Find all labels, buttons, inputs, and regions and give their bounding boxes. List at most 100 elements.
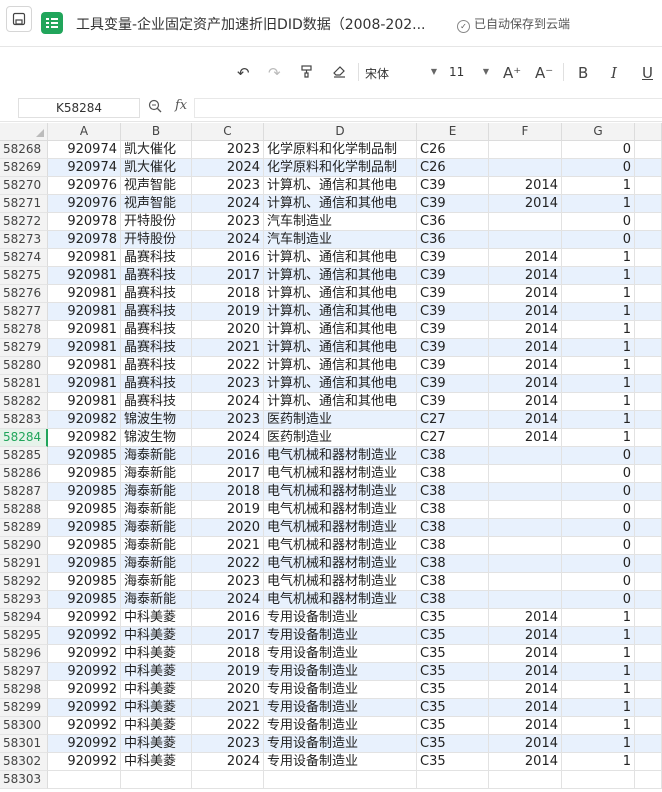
cell-e[interactable]: C35 bbox=[417, 627, 489, 645]
cell-f[interactable]: 2014 bbox=[489, 645, 562, 663]
cell-d[interactable]: 电气机械和器材制造业 bbox=[264, 537, 417, 555]
cell-g[interactable]: 0 bbox=[562, 483, 635, 501]
cell-e[interactable]: C36 bbox=[417, 231, 489, 249]
cell-h[interactable] bbox=[635, 681, 662, 699]
cell-b[interactable]: 晶赛科技 bbox=[121, 267, 192, 285]
cell-a[interactable]: 920992 bbox=[48, 753, 121, 771]
cell-d[interactable]: 电气机械和器材制造业 bbox=[264, 501, 417, 519]
cell-g[interactable]: 1 bbox=[562, 249, 635, 267]
cell-h[interactable] bbox=[635, 753, 662, 771]
cell-c[interactable]: 2023 bbox=[192, 573, 264, 591]
cell-d[interactable]: 汽车制造业 bbox=[264, 213, 417, 231]
cell-f[interactable]: 2014 bbox=[489, 267, 562, 285]
cell-g[interactable]: 0 bbox=[562, 159, 635, 177]
cell-e[interactable]: C39 bbox=[417, 249, 489, 267]
cell-g[interactable]: 0 bbox=[562, 555, 635, 573]
font-name-select[interactable]: 宋体 ▼ bbox=[365, 65, 437, 82]
cell-c[interactable]: 2024 bbox=[192, 159, 264, 177]
cell-c[interactable]: 2019 bbox=[192, 501, 264, 519]
cell-a[interactable]: 920974 bbox=[48, 159, 121, 177]
cell-d[interactable]: 计算机、通信和其他电 bbox=[264, 195, 417, 213]
cell-b[interactable]: 中科美菱 bbox=[121, 627, 192, 645]
cell-a[interactable]: 920981 bbox=[48, 339, 121, 357]
cell-f[interactable] bbox=[489, 555, 562, 573]
cell-d[interactable]: 计算机、通信和其他电 bbox=[264, 339, 417, 357]
cell-a[interactable]: 920985 bbox=[48, 483, 121, 501]
cell-e[interactable]: C38 bbox=[417, 465, 489, 483]
row-header[interactable]: 58297 bbox=[0, 663, 48, 681]
cell-e[interactable]: C27 bbox=[417, 429, 489, 447]
cell-g[interactable]: 1 bbox=[562, 735, 635, 753]
cell-g[interactable]: 1 bbox=[562, 339, 635, 357]
cell-b[interactable]: 海泰新能 bbox=[121, 501, 192, 519]
cell-a[interactable]: 920992 bbox=[48, 627, 121, 645]
cell-c[interactable]: 2017 bbox=[192, 465, 264, 483]
cell-h[interactable] bbox=[635, 483, 662, 501]
cell-b[interactable]: 海泰新能 bbox=[121, 573, 192, 591]
cell-c[interactable]: 2024 bbox=[192, 429, 264, 447]
column-header-c[interactable]: C bbox=[192, 123, 264, 141]
cell-f[interactable] bbox=[489, 447, 562, 465]
cell-g[interactable]: 1 bbox=[562, 267, 635, 285]
row-header[interactable]: 58272 bbox=[0, 213, 48, 231]
cell-e[interactable]: C35 bbox=[417, 735, 489, 753]
cell-g[interactable]: 0 bbox=[562, 141, 635, 159]
cell-c[interactable]: 2024 bbox=[192, 393, 264, 411]
cell-d[interactable]: 专用设备制造业 bbox=[264, 663, 417, 681]
cell-e[interactable]: C38 bbox=[417, 555, 489, 573]
row-header[interactable]: 58296 bbox=[0, 645, 48, 663]
cell-d[interactable]: 化学原料和化学制品制 bbox=[264, 141, 417, 159]
cell-d[interactable]: 专用设备制造业 bbox=[264, 627, 417, 645]
cell-a[interactable]: 920982 bbox=[48, 429, 121, 447]
cell-b[interactable]: 锦波生物 bbox=[121, 429, 192, 447]
cell-e[interactable]: C39 bbox=[417, 393, 489, 411]
cell-e[interactable]: C39 bbox=[417, 177, 489, 195]
cell-a[interactable]: 920974 bbox=[48, 141, 121, 159]
cell-f[interactable]: 2014 bbox=[489, 681, 562, 699]
cell-g[interactable]: 0 bbox=[562, 465, 635, 483]
cell-f[interactable] bbox=[489, 537, 562, 555]
cell-a[interactable]: 920981 bbox=[48, 249, 121, 267]
cell-h[interactable] bbox=[635, 717, 662, 735]
cell-e[interactable]: C39 bbox=[417, 357, 489, 375]
cell-c[interactable]: 2020 bbox=[192, 321, 264, 339]
cell-g[interactable]: 1 bbox=[562, 285, 635, 303]
row-header[interactable]: 58294 bbox=[0, 609, 48, 627]
row-header[interactable]: 58282 bbox=[0, 393, 48, 411]
cell-f[interactable]: 2014 bbox=[489, 627, 562, 645]
cell-c[interactable]: 2016 bbox=[192, 447, 264, 465]
row-header[interactable]: 58298 bbox=[0, 681, 48, 699]
cell-f[interactable] bbox=[489, 483, 562, 501]
cell-b[interactable]: 中科美菱 bbox=[121, 681, 192, 699]
cell-b[interactable]: 晶赛科技 bbox=[121, 321, 192, 339]
cell-g[interactable]: 1 bbox=[562, 429, 635, 447]
cell-b[interactable]: 中科美菱 bbox=[121, 609, 192, 627]
cell-e[interactable]: C39 bbox=[417, 321, 489, 339]
cell-b[interactable]: 海泰新能 bbox=[121, 483, 192, 501]
cell-h[interactable] bbox=[635, 609, 662, 627]
decrease-font-icon[interactable]: A⁻ bbox=[535, 64, 553, 82]
cell-d[interactable]: 汽车制造业 bbox=[264, 231, 417, 249]
cell-h[interactable] bbox=[635, 501, 662, 519]
cell-a[interactable]: 920992 bbox=[48, 609, 121, 627]
cell-d[interactable]: 电气机械和器材制造业 bbox=[264, 465, 417, 483]
cell-a[interactable]: 920992 bbox=[48, 681, 121, 699]
cell-h[interactable] bbox=[635, 645, 662, 663]
cell-e[interactable]: C39 bbox=[417, 303, 489, 321]
column-header-b[interactable]: B bbox=[121, 123, 192, 141]
cell-a[interactable]: 920985 bbox=[48, 465, 121, 483]
row-header[interactable]: 58290 bbox=[0, 537, 48, 555]
row-header[interactable]: 58299 bbox=[0, 699, 48, 717]
cell-g[interactable]: 0 bbox=[562, 447, 635, 465]
cell-c[interactable]: 2020 bbox=[192, 519, 264, 537]
cell-h[interactable] bbox=[635, 537, 662, 555]
cell-f[interactable]: 2014 bbox=[489, 609, 562, 627]
cell-e[interactable]: C35 bbox=[417, 663, 489, 681]
cell-g[interactable]: 1 bbox=[562, 303, 635, 321]
cell-b[interactable]: 晶赛科技 bbox=[121, 285, 192, 303]
cell-b[interactable]: 海泰新能 bbox=[121, 555, 192, 573]
cell-d[interactable]: 专用设备制造业 bbox=[264, 753, 417, 771]
cell-h[interactable] bbox=[635, 627, 662, 645]
cell-f[interactable]: 2014 bbox=[489, 753, 562, 771]
cell-f[interactable]: 2014 bbox=[489, 357, 562, 375]
